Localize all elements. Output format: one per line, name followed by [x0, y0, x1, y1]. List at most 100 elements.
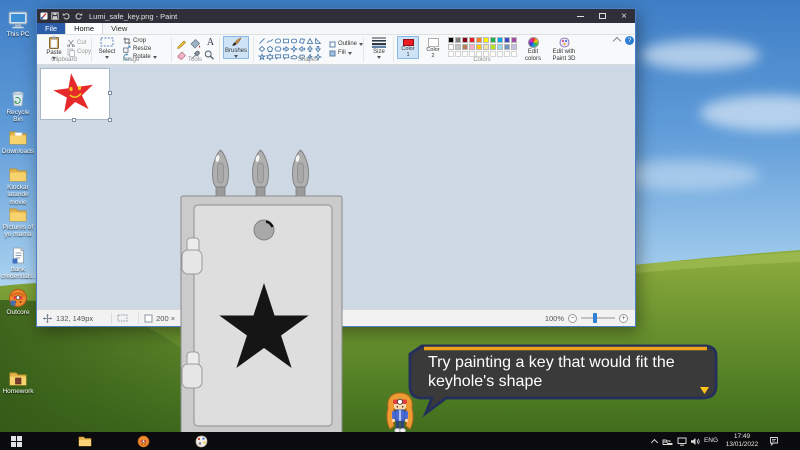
canvas-resize-handle[interactable]: [72, 118, 76, 122]
start-button[interactable]: [4, 432, 28, 450]
outline-label: Outline: [338, 41, 357, 47]
desktop-icon-movie-folder[interactable]: Klockar latande movie: [1, 166, 35, 206]
desktop-icon-label: Homework: [1, 388, 35, 395]
canvas-size: 200 ×: [156, 314, 175, 323]
dialog-text: Try painting a key that would fit the ke…: [428, 353, 716, 391]
palette-swatch[interactable]: [448, 37, 454, 43]
cursor-position: 132, 149px: [56, 314, 93, 323]
taskbar-file-explorer[interactable]: [74, 432, 96, 450]
redo-icon[interactable]: [74, 12, 83, 20]
crop-label: Crop: [133, 38, 146, 44]
language-indicator[interactable]: ENG: [702, 432, 720, 450]
recycle-bin-icon: [7, 88, 29, 108]
palette-swatch[interactable]: [497, 37, 503, 43]
zoom-in-button[interactable]: +: [619, 314, 628, 323]
palette-swatch[interactable]: [483, 44, 489, 50]
cut-button[interactable]: Cut: [67, 39, 86, 47]
taskbar-paint[interactable]: [190, 432, 212, 450]
palette-swatch[interactable]: [455, 44, 461, 50]
paste-label: Paste: [46, 50, 61, 56]
size-button[interactable]: Size: [367, 37, 391, 59]
fill-style-icon: [329, 50, 336, 57]
palette-swatch[interactable]: [504, 37, 510, 43]
paint-taskbar-icon: [195, 435, 208, 448]
fill-button[interactable]: Fill: [329, 49, 352, 57]
tab-file[interactable]: File: [37, 23, 65, 34]
desktop-icon-bank-credentials[interactable]: bank credentials...: [1, 246, 35, 281]
paint-app-icon: [40, 12, 48, 20]
color1-button[interactable]: Color 1: [397, 36, 419, 59]
taskbar-outcore[interactable]: [132, 432, 154, 450]
copy-icon: [67, 48, 75, 57]
desktop-icon-outcore[interactable]: Outcore: [1, 288, 35, 316]
palette-swatch[interactable]: [448, 44, 454, 50]
zoom-out-button[interactable]: −: [568, 314, 577, 323]
palette-swatch[interactable]: [462, 44, 468, 50]
palette-swatch[interactable]: [469, 44, 475, 50]
palette-swatch[interactable]: [455, 37, 461, 43]
canvas-resize-handle[interactable]: [108, 118, 112, 122]
edit-colors-label-2: colors: [525, 56, 541, 62]
fill-dropdown-arrow: [348, 52, 352, 55]
desktop-icon-this-pc[interactable]: This PC: [1, 10, 35, 38]
select-button[interactable]: Select: [95, 36, 119, 59]
zoom-slider[interactable]: [581, 317, 615, 319]
copy-button[interactable]: Copy: [67, 48, 91, 56]
color-palette: [448, 37, 517, 57]
tray-onedrive-icon[interactable]: [661, 432, 674, 450]
clock[interactable]: 17:49 13/01/2022: [722, 432, 762, 450]
canvas-resize-handle[interactable]: [108, 91, 112, 95]
outline-button[interactable]: Outline: [329, 40, 363, 48]
file-explorer-icon: [78, 436, 92, 447]
palette-swatch[interactable]: [497, 44, 503, 50]
folder-icon: [7, 370, 29, 387]
palette-swatch[interactable]: [511, 44, 517, 50]
pencil-tool[interactable]: [176, 38, 187, 49]
close-button[interactable]: ×: [613, 9, 635, 23]
notification-center-icon[interactable]: [766, 432, 782, 450]
undo-icon[interactable]: [62, 12, 71, 20]
palette-swatch[interactable]: [462, 37, 468, 43]
palette-swatch[interactable]: [469, 37, 475, 43]
folder-icon: [7, 206, 29, 223]
volume-icon[interactable]: [688, 432, 701, 450]
palette-swatch[interactable]: [504, 44, 510, 50]
desktop-icon-homework[interactable]: Homework: [1, 370, 35, 395]
desktop-icon-recycle-bin[interactable]: Recycle Bin: [1, 88, 35, 124]
brushes-button[interactable]: Brushes: [223, 36, 249, 59]
palette-swatch[interactable]: [476, 37, 482, 43]
colors-group-label: Colors: [437, 57, 527, 63]
palette-swatch[interactable]: [511, 37, 517, 43]
paint-canvas[interactable]: [41, 69, 109, 119]
windows-logo-icon: [11, 436, 22, 447]
text-tool[interactable]: A: [205, 37, 216, 48]
collapse-ribbon-icon[interactable]: [613, 37, 621, 45]
palette-swatch[interactable]: [490, 37, 496, 43]
outcore-game-icon: [8, 288, 28, 308]
tab-home[interactable]: Home: [65, 23, 103, 34]
crop-button[interactable]: Crop: [123, 37, 146, 45]
select-icon: [100, 36, 114, 48]
desktop-icon-downloads[interactable]: Downloads: [1, 128, 35, 155]
resize-button[interactable]: Resize: [123, 45, 151, 53]
minimize-button[interactable]: [569, 9, 591, 23]
color2-button[interactable]: Color 2: [422, 36, 444, 59]
folder-icon: [7, 166, 29, 183]
palette-swatch[interactable]: [483, 37, 489, 43]
fill-tool[interactable]: [190, 38, 201, 49]
tray-chevron-up-icon[interactable]: [648, 432, 660, 450]
palette-swatch[interactable]: [490, 44, 496, 50]
desktop-icon-label: Downloads: [1, 148, 35, 155]
palette-swatch[interactable]: [476, 44, 482, 50]
safe[interactable]: [178, 147, 348, 439]
help-icon[interactable]: ?: [625, 36, 634, 45]
tab-view[interactable]: View: [103, 23, 135, 34]
desktop-icon-pictures-folder[interactable]: Pictures of yo mama: [1, 206, 35, 239]
edit-with-paint3d-button[interactable]: Edit with Paint 3D: [549, 37, 579, 62]
zoom-slider-thumb[interactable]: [593, 313, 597, 323]
network-icon[interactable]: [675, 432, 688, 450]
desktop-icon-label: Outcore: [1, 309, 35, 316]
desktop: This PC Recycle Bin Downloads Klockar la…: [0, 0, 800, 450]
save-icon[interactable]: [51, 12, 59, 20]
maximize-button[interactable]: [591, 9, 613, 23]
